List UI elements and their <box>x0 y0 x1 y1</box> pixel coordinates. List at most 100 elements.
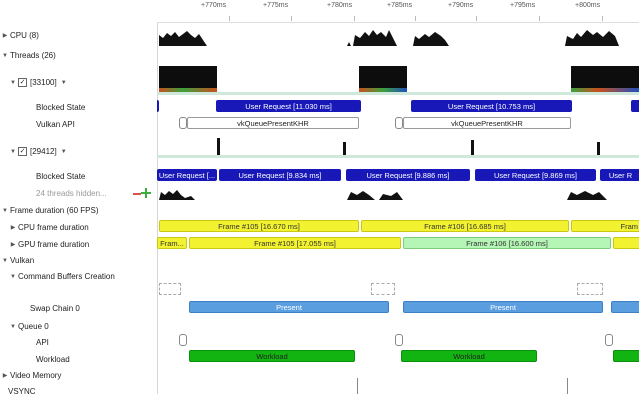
dropdown-arrow-icon[interactable]: ▼ <box>61 80 67 86</box>
thread-activity-tick <box>217 138 220 155</box>
ruler-tick-label: +800ms <box>575 2 601 9</box>
tree-row-vulkan[interactable]: ▼ Vulkan <box>0 252 157 269</box>
gpu-frame-bar[interactable]: Frame #105 [17.055 ms] <box>189 237 401 249</box>
present-bar[interactable] <box>611 301 639 313</box>
tree-label-video-memory: Video Memory <box>10 371 62 380</box>
tree-row-cpu[interactable]: ▶ CPU (8) <box>0 27 157 44</box>
tree-label-cpu: CPU (8) <box>10 31 39 40</box>
thread-activity-block <box>571 66 639 88</box>
command-buffer-marker[interactable] <box>371 283 395 295</box>
tree-label-vsync: VSYNC <box>8 387 36 396</box>
user-request-bar[interactable]: User Request [... <box>157 169 217 181</box>
chevron-down-icon[interactable]: ▼ <box>0 53 10 59</box>
api-call-marker[interactable] <box>395 117 403 129</box>
thread-activity-tick <box>471 140 474 155</box>
chevron-right-icon[interactable]: ▶ <box>8 241 18 248</box>
tree-label-workload: Workload <box>36 355 70 364</box>
vk-queue-present-bar[interactable]: vkQueuePresentKHR <box>403 117 571 129</box>
cpu-frame-bar[interactable]: Fram <box>571 220 639 232</box>
user-request-bar[interactable]: User Request [9.886 ms] <box>346 169 470 181</box>
workload-bar[interactable] <box>613 350 639 362</box>
tree-label-blocked-state-b: Blocked State <box>36 172 86 181</box>
user-request-bar[interactable]: User Request [10.753 ms] <box>411 100 572 112</box>
tree-row-vsync[interactable]: VSYNC <box>0 383 165 400</box>
tree-label-api: API <box>36 338 49 347</box>
thread-checkbox[interactable]: ✓ <box>18 78 27 87</box>
ruler-tick-label: +795ms <box>510 2 536 9</box>
ruler-tick-label: +770ms <box>201 2 227 9</box>
ruler-tick-label: +790ms <box>448 2 474 9</box>
tree-row-frame-duration[interactable]: ▼ Frame duration (60 FPS) <box>0 202 157 219</box>
thread-activity-block <box>159 66 217 88</box>
workload-bar[interactable]: Workload <box>189 350 355 362</box>
vsync-line <box>567 378 568 394</box>
hidden-threads-activity <box>159 190 607 200</box>
tree-label-vulkan: Vulkan <box>10 256 35 265</box>
thread-waiting-strip <box>157 155 639 158</box>
expand-plus-icon[interactable] <box>141 188 151 198</box>
tree-label-gpu-frame: GPU frame duration <box>18 240 90 249</box>
ruler-tick-label: +780ms <box>327 2 353 9</box>
api-call-marker[interactable] <box>179 117 187 129</box>
tree-label-cpu-frame: CPU frame duration <box>18 223 89 232</box>
hidden-threads-label: 24 threads hidden... <box>36 189 107 198</box>
timeline-panel[interactable]: 1s +770ms +775ms +780ms +785ms +790ms +7… <box>157 0 639 394</box>
tree-label-thread-33100: [33100] <box>30 78 57 87</box>
thread-activity-tick <box>343 142 346 155</box>
present-bar[interactable]: Present <box>403 301 603 313</box>
tree-row-thread-29412[interactable]: ▼ ✓ [29412] ▼ <box>0 143 165 160</box>
chevron-down-icon[interactable]: ▼ <box>8 80 18 86</box>
thread-activity-block <box>359 66 407 88</box>
chevron-down-icon[interactable]: ▼ <box>0 208 10 214</box>
chevron-down-icon[interactable]: ▼ <box>0 258 10 264</box>
chevron-right-icon[interactable]: ▶ <box>0 32 10 39</box>
user-request-bar[interactable]: User Request [9.834 ms] <box>219 169 341 181</box>
command-buffer-marker[interactable] <box>159 283 181 295</box>
ruler-tick-label: +775ms <box>263 2 289 9</box>
tree-label-swap-chain: Swap Chain 0 <box>30 304 80 313</box>
tree-row-queue[interactable]: ▼ Queue 0 <box>0 318 165 335</box>
dropdown-arrow-icon[interactable]: ▼ <box>61 149 67 155</box>
chevron-down-icon[interactable]: ▼ <box>8 324 18 330</box>
chevron-down-icon[interactable]: ▼ <box>8 274 18 280</box>
user-request-bar[interactable]: User Request [9.869 ms] <box>475 169 596 181</box>
gpu-frame-bar[interactable] <box>613 237 639 249</box>
collapse-minus-icon[interactable] <box>133 193 141 195</box>
thread-waiting-strip <box>157 92 639 95</box>
tree-row-cmd-buffers[interactable]: ▼ Command Buffers Creation <box>0 268 165 285</box>
gpu-frame-bar[interactable]: Frame #106 [16.600 ms] <box>403 237 611 249</box>
user-request-bar[interactable] <box>631 100 639 112</box>
vk-queue-present-bar[interactable]: vkQueuePresentKHR <box>187 117 359 129</box>
tree-row-threads[interactable]: ▼ Threads (26) <box>0 47 157 64</box>
user-request-bar[interactable]: User R <box>600 169 639 181</box>
cpu-frame-bar[interactable]: Frame #106 [16.685 ms] <box>361 220 569 232</box>
tree-row-cpu-frame[interactable]: ▶ CPU frame duration <box>0 219 165 236</box>
tree-label-cmd-buffers: Command Buffers Creation <box>18 272 115 281</box>
track-tree-panel: ▶ CPU (8) ▼ Threads (26) ▼ ✓ [33100] ▼ B… <box>0 0 158 396</box>
tree-row-video-memory[interactable]: ▶ Video Memory <box>0 367 157 384</box>
tree-label-vulkan-api: Vulkan API <box>36 120 75 129</box>
tree-label-blocked-state: Blocked State <box>36 103 86 112</box>
gpu-frame-bar[interactable]: Fram... <box>157 237 187 249</box>
user-request-bar[interactable]: User Request [11.030 ms] <box>216 100 361 112</box>
tree-row-thread-33100[interactable]: ▼ ✓ [33100] ▼ <box>0 74 165 91</box>
vsync-line <box>357 378 358 394</box>
time-ruler[interactable]: 1s +770ms +775ms +780ms +785ms +790ms +7… <box>157 0 639 23</box>
tree-row-gpu-frame[interactable]: ▶ GPU frame duration <box>0 236 165 253</box>
queue-api-marker[interactable] <box>395 334 403 346</box>
queue-api-marker[interactable] <box>179 334 187 346</box>
chevron-down-icon[interactable]: ▼ <box>8 149 18 155</box>
tree-label-threads: Threads (26) <box>10 51 56 60</box>
user-request-bar[interactable] <box>157 100 159 112</box>
thread-checkbox[interactable]: ✓ <box>18 147 27 156</box>
queue-api-marker[interactable] <box>605 334 613 346</box>
command-buffer-marker[interactable] <box>577 283 603 295</box>
cpu-frame-bar[interactable]: Frame #105 [16.670 ms] <box>159 220 359 232</box>
tree-label-thread-29412: [29412] <box>30 147 57 156</box>
present-bar[interactable]: Present <box>189 301 389 313</box>
workload-bar[interactable]: Workload <box>401 350 537 362</box>
chevron-right-icon[interactable]: ▶ <box>8 224 18 231</box>
chevron-right-icon[interactable]: ▶ <box>0 372 10 379</box>
ruler-tick-label: +785ms <box>387 2 413 9</box>
thread-activity-tick <box>597 142 600 155</box>
